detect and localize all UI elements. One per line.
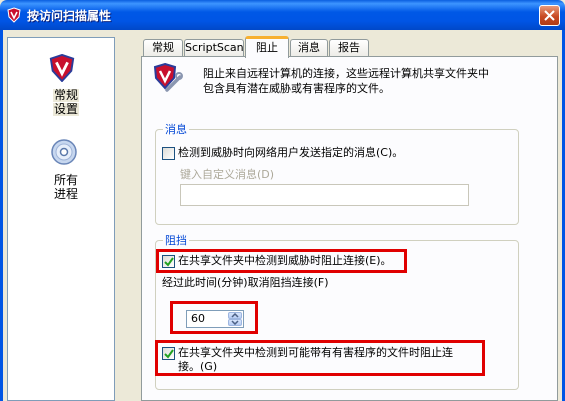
close-icon [544,10,555,21]
tab-block[interactable]: 阻止 [245,36,289,58]
title-bar[interactable]: 按访问扫描属性 [0,0,565,30]
sidebar-item-label: 常规 [53,88,80,102]
shield-wrench-icon [153,62,183,92]
description-line: 阻止来自远程计算机的连接，这些远程计算机共享文件夹中 [203,67,489,80]
sidebar-item-label: 进程 [54,187,79,201]
block-pup-label: 在共享文件夹中检测到可能带有有害程序的文件时阻止连 [178,346,453,359]
spin-buttons [228,312,242,326]
sidebar: 常规 设置 所有 进程 [7,37,115,401]
spin-up-button[interactable] [228,312,242,319]
unblock-time-value[interactable]: 60 [191,312,205,326]
block-description: 阻止来自远程计算机的连接，这些远程计算机共享文件夹中 包含具有潜在威胁或有害程序… [203,66,533,96]
mcafee-shield-icon [7,7,21,23]
tab-messages[interactable]: 消息 [290,39,328,57]
description-line: 包含具有潜在威胁或有害程序的文件。 [203,82,390,95]
sidebar-item-general-settings[interactable]: 常规 设置 [8,54,116,124]
disc-icon [51,139,77,165]
tab-scriptscan[interactable]: ScriptScan [184,39,244,57]
arrow-up-icon [231,313,239,318]
unblock-time-label: 经过此时间(分钟)取消阻挡连接(F) [162,276,329,289]
block-group-title: 阻挡 [163,234,189,247]
sidebar-item-label: 设置 [53,102,80,116]
shield-v-icon [49,54,75,82]
checkmark-icon [164,349,174,359]
custom-message-label: 键入自定义消息(D) [180,168,275,181]
send-message-label: 检测到威胁时向网络用户发送指定的消息(C)。 [178,146,404,159]
block-pup-label: 接。(G) [178,360,218,373]
send-message-checkbox[interactable] [162,147,175,160]
close-button[interactable] [539,5,560,26]
message-group-title: 消息 [163,123,189,136]
block-threat-checkbox[interactable] [162,255,175,268]
checkmark-icon [164,257,174,267]
unblock-time-stepper[interactable]: 60 [186,310,244,328]
sidebar-item-label: 所有 [54,173,79,187]
tab-general[interactable]: 常规 [143,39,183,57]
block-threat-label: 在共享文件夹中检测到威胁时阻止连接(E)。 [178,254,392,267]
custom-message-field[interactable] [180,184,469,206]
block-pup-checkbox[interactable] [162,347,175,360]
tab-reports[interactable]: 报告 [329,39,369,57]
window-title: 按访问扫描属性 [27,9,112,23]
sidebar-item-all-processes[interactable]: 所有 进程 [8,138,116,208]
arrow-down-icon [231,320,239,325]
spin-down-button[interactable] [228,319,242,326]
